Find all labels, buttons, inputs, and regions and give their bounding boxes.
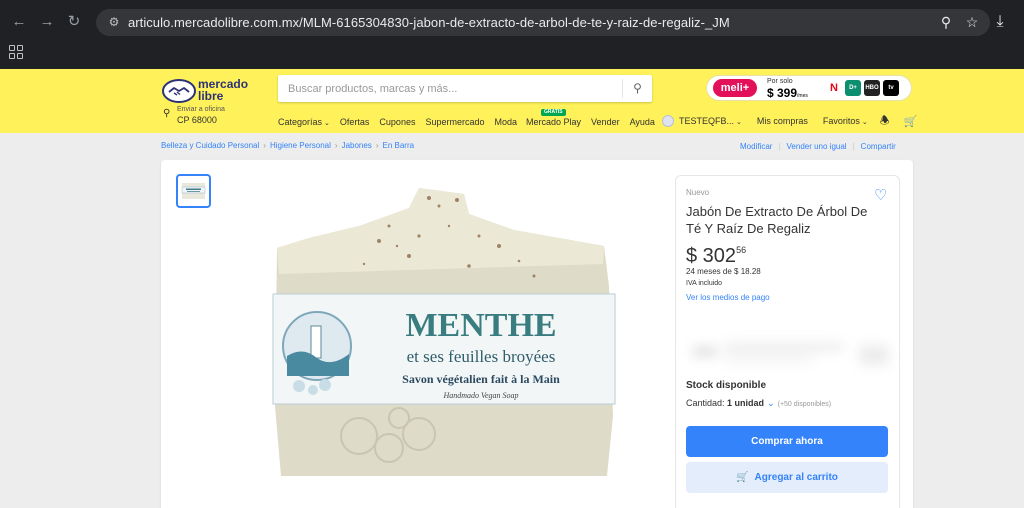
apple-tv-icon: tv xyxy=(883,80,899,96)
breadcrumb-item[interactable]: Higiene Personal xyxy=(270,141,331,150)
apps-grid-icon[interactable] xyxy=(9,45,23,59)
location-line1: Enviar a oficina xyxy=(177,106,225,113)
chevron-right-icon: › xyxy=(375,141,379,150)
label-line4: Handmado Vegan Soap xyxy=(442,391,518,400)
site-settings-icon[interactable]: ⚙ xyxy=(106,14,122,30)
location-pin-icon: ⚲ xyxy=(163,108,171,119)
chevron-right-icon: › xyxy=(263,141,266,150)
price-cents: 56 xyxy=(736,245,747,255)
label-line3: Savon végétalien fait à la Main xyxy=(402,372,560,386)
zoom-icon[interactable]: ⚲ xyxy=(938,14,954,30)
site-header: mercadolibre ⚲ meli+ Por solo $ 399/mes … xyxy=(0,69,1024,133)
share-link[interactable]: Compartir xyxy=(861,142,896,151)
chevron-down-icon: ⌄ xyxy=(736,119,742,126)
bell-icon[interactable]: 🕭 xyxy=(880,112,890,131)
search-input[interactable] xyxy=(278,75,618,102)
location-line2: CP 68000 xyxy=(177,115,217,125)
meli-plus-banner[interactable]: meli+ Por solo $ 399/mes N D+ HBO tv xyxy=(707,76,911,100)
product-price: $ 30256 xyxy=(686,245,747,267)
gallery-thumbnail[interactable] xyxy=(176,174,211,208)
chevron-down-icon: ⌄ xyxy=(861,119,868,126)
nav-categorias[interactable]: Categorías ⌄ xyxy=(278,117,330,127)
nav-mercado-play[interactable]: GRATIS Mercado Play xyxy=(526,109,581,127)
breadcrumb-item[interactable]: Belleza y Cuidado Personal xyxy=(161,141,259,150)
chevron-down-icon[interactable]: ⌄ xyxy=(767,398,775,408)
logo-line2: libre xyxy=(198,89,224,103)
search-icon[interactable]: ⚲ xyxy=(622,79,652,98)
avatar[interactable] xyxy=(662,115,674,127)
product-card: MENTHE et ses feuilles broyées Savon vég… xyxy=(161,160,913,508)
netflix-icon: N xyxy=(826,80,842,96)
breadcrumb-item[interactable]: Jabones xyxy=(342,141,372,150)
search-box: ⚲ xyxy=(278,75,652,102)
promo-unit: /mes xyxy=(797,93,808,99)
nav-ofertas[interactable]: Ofertas xyxy=(340,117,370,127)
breadcrumb: Belleza y Cuidado Personal › Higiene Pers… xyxy=(161,141,414,150)
buy-box: Nuevo ♡ Jabón De Extracto De Árbol De Té… xyxy=(675,175,900,508)
nav-supermercado[interactable]: Supermercado xyxy=(425,117,484,127)
user-bar: TESTEQFB... ⌄ Mis compras Favoritos ⌄ 🕭 🛒 xyxy=(662,114,917,128)
label-subtitle: et ses feuilles broyées xyxy=(407,347,556,366)
address-bar[interactable]: ⚙ articulo.mercadolibre.com.mx/MLM-61653… xyxy=(96,9,990,36)
stock-label: Stock disponible xyxy=(686,380,767,391)
add-to-cart-button[interactable]: 🛒 Agregar al carrito xyxy=(686,462,888,493)
quantity-value[interactable]: 1 unidad xyxy=(727,398,764,408)
nav-ayuda[interactable]: Ayuda xyxy=(630,117,655,127)
breadcrumb-item[interactable]: En Barra xyxy=(382,141,414,150)
forward-icon[interactable]: → xyxy=(37,12,57,32)
promo-price: $ 399 xyxy=(767,86,798,100)
breadcrumb-actions: Modificar | Vender uno igual | Compartir xyxy=(740,142,896,151)
browser-chrome: ← → ↻ ⚙ articulo.mercadolibre.com.mx/MLM… xyxy=(0,0,1024,69)
url-text[interactable]: articulo.mercadolibre.com.mx/MLM-6165304… xyxy=(128,15,730,30)
my-purchases-link[interactable]: Mis compras xyxy=(757,116,808,126)
tax-text: IVA incluido xyxy=(686,280,723,287)
chevron-down-icon: ⌄ xyxy=(324,120,330,127)
handshake-logo-icon xyxy=(162,79,196,103)
favorites-menu[interactable]: Favoritos ⌄ xyxy=(823,116,868,126)
product-title: Jabón De Extracto De Árbol De Té Y Raíz … xyxy=(686,204,868,236)
quantity-label: Cantidad: xyxy=(686,398,725,408)
nav-moda[interactable]: Moda xyxy=(495,117,518,127)
quantity-selector[interactable]: Cantidad: 1 unidad ⌄ (+50 disponibles) xyxy=(686,398,831,409)
product-image[interactable]: MENTHE et ses feuilles broyées Savon vég… xyxy=(269,186,619,482)
chevron-right-icon: › xyxy=(334,141,338,150)
nav-cupones[interactable]: Cupones xyxy=(379,117,415,127)
modify-link[interactable]: Modificar xyxy=(740,142,772,151)
quantity-available: (+50 disponibles) xyxy=(777,401,832,408)
promo-small-text: Por solo xyxy=(767,78,793,85)
blurred-shipping-info xyxy=(692,343,889,365)
condition-label: Nuevo xyxy=(686,188,710,197)
back-icon[interactable]: ← xyxy=(9,12,29,32)
payment-methods-link[interactable]: Ver los medios de pago xyxy=(686,293,770,302)
heart-icon[interactable]: ♡ xyxy=(874,186,887,204)
sell-similar-link[interactable]: Vender uno igual xyxy=(787,142,847,151)
cart-icon[interactable]: 🛒 xyxy=(904,115,918,128)
mercadolibre-logo[interactable]: mercado libre xyxy=(162,77,252,105)
meli-plus-badge: meli+ xyxy=(713,79,757,97)
main-nav: Categorías ⌄ Ofertas Cupones Supermercado… xyxy=(278,109,655,129)
installments-text: 24 meses de $ 18.28 xyxy=(686,267,761,276)
cart-plus-icon: 🛒 xyxy=(736,472,749,483)
reload-icon[interactable]: ↻ xyxy=(64,12,84,32)
download-icon[interactable]: ⤓ xyxy=(990,12,1010,32)
disney-icon: D+ xyxy=(845,80,861,96)
bookmark-star-icon[interactable]: ☆ xyxy=(964,14,980,30)
label-title: MENTHE xyxy=(405,307,556,344)
nav-vender[interactable]: Vender xyxy=(591,117,620,127)
user-menu[interactable]: TESTEQFB... ⌄ xyxy=(679,116,742,126)
hbo-max-icon: HBO xyxy=(864,80,880,96)
buy-now-button[interactable]: Comprar ahora xyxy=(686,426,888,457)
gratis-badge: GRATIS xyxy=(541,109,566,116)
